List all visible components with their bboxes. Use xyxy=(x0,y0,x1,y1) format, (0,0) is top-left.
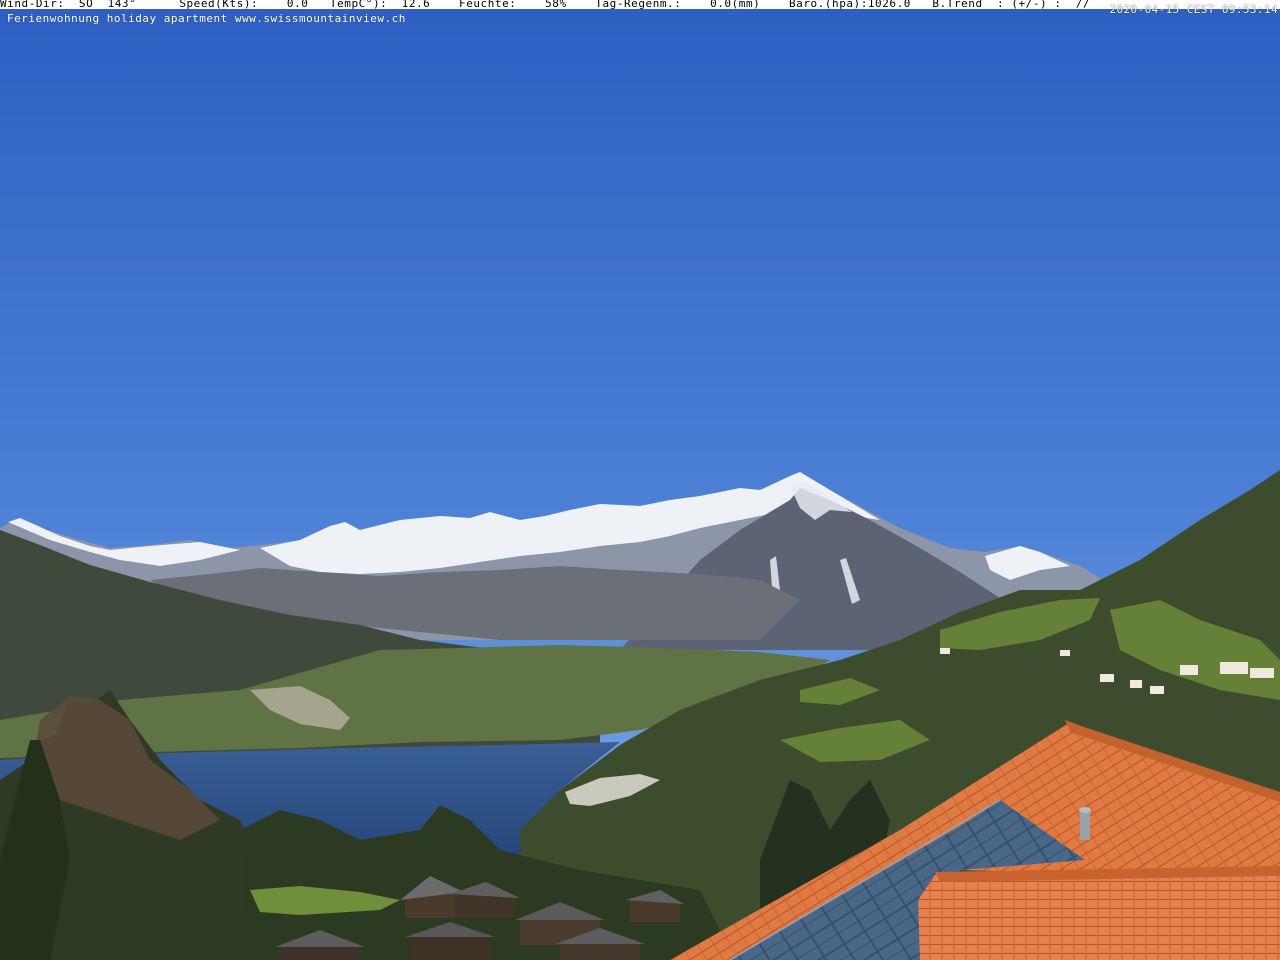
front-roof xyxy=(918,868,1280,960)
weather-info-bar: Wind-Dir: SO 143° Speed(Kts): 0.0 TempC°… xyxy=(0,0,1280,9)
webcam-scene xyxy=(0,0,1280,960)
weather-readout: Wind-Dir: SO 143° Speed(Kts): 0.0 TempC°… xyxy=(0,0,1091,9)
caption: Ferienwohnung holiday apartment www.swis… xyxy=(7,12,406,25)
chimney-pipe xyxy=(1080,810,1090,840)
timestamp: 2020-04-15 CEST 09:53:14 xyxy=(1109,3,1278,16)
